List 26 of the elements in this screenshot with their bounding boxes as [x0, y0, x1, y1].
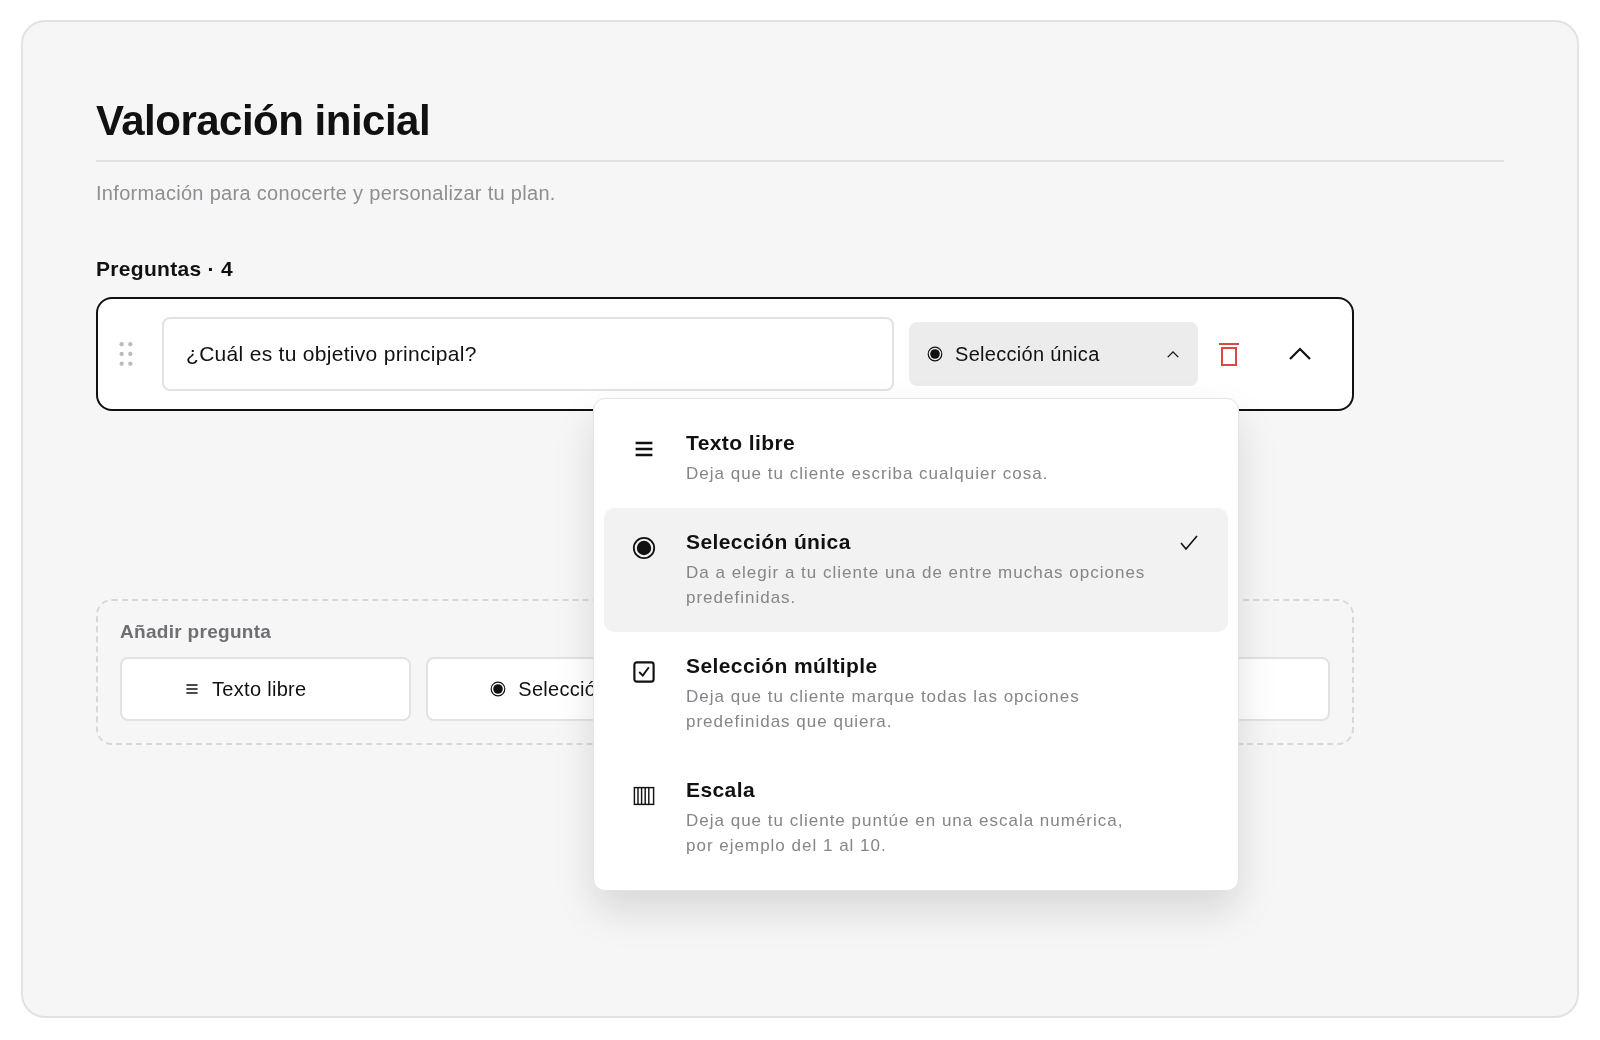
drag-handle-icon[interactable]: [118, 341, 134, 367]
trash-icon: [1218, 341, 1240, 367]
radio-icon: [490, 681, 507, 697]
option-title: Escala: [686, 778, 756, 802]
chevron-up-icon: [1288, 347, 1312, 361]
lines-icon: [184, 681, 200, 697]
checkmark-icon: [1180, 535, 1198, 551]
radio-icon: [632, 536, 656, 560]
radio-icon: [927, 346, 943, 362]
questions-heading: Preguntas · 4: [96, 257, 234, 281]
add-question-type-button[interactable]: Texto libre: [120, 657, 412, 721]
checkbox-icon: [632, 660, 656, 684]
question-input[interactable]: ¿Cuál es tu objetivo principal?: [162, 317, 894, 391]
option-description: Da a elegir a tu cliente una de entre muchas opciones predefinidas.: [686, 562, 1147, 609]
option-title: Texto libre: [686, 431, 797, 455]
page-subtitle: Información para conocerte y personalizar tu plan.: [96, 182, 557, 205]
question-type-option[interactable]: Escala Deja que tu cliente puntúe en una escala numérica, por ejemplo del 1 al 10.: [604, 756, 1228, 880]
question-type-option[interactable]: Texto libre Deja que tu cliente escriba cualquier cosa.: [604, 409, 1228, 508]
add-question-label: Añadir pregunta: [120, 621, 273, 643]
question-type-select[interactable]: Selección única: [909, 322, 1198, 386]
option-description: Deja que tu cliente puntúe en una escala numérica, por ejemplo del 1 al 10.: [686, 810, 1125, 857]
page-title: Valoración inicial: [96, 96, 432, 146]
option-description: Deja que tu cliente escriba cualquier cosa.: [686, 463, 1050, 485]
scale-bars-icon: [632, 784, 656, 808]
question-type-option[interactable]: Selección única Da a elegir a tu cliente una de entre muchas opciones predefinidas.: [604, 508, 1228, 632]
option-title: Selección única: [686, 530, 852, 554]
